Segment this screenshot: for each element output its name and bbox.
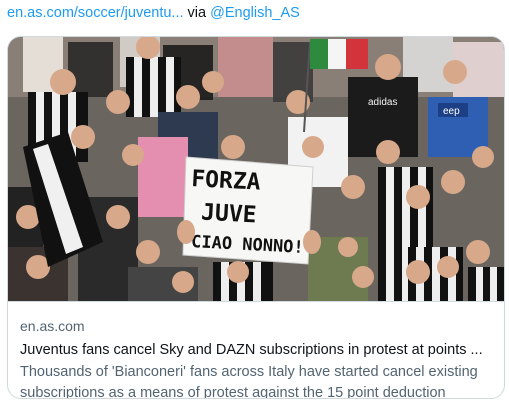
jersey-brand-text: adidas: [368, 97, 397, 108]
card-description: Thousands of 'Bianconeri' fans across It…: [20, 364, 478, 399]
sign-line-2: JUVE: [200, 200, 257, 229]
link-preview-card[interactable]: adidas eep FORZA JUVE CIAO NONNO! en.as.…: [7, 36, 505, 399]
article-link[interactable]: en.as.com/soccer/juventu...: [7, 5, 184, 21]
user-handle-link[interactable]: @English_AS: [210, 5, 300, 21]
card-title[interactable]: Juventus fans cancel Sky and DAZN subscr…: [20, 340, 494, 361]
fans-crowd-photo: adidas eep FORZA JUVE CIAO NONNO!: [8, 37, 504, 301]
card-domain: en.as.com: [20, 318, 85, 334]
card-text: en.as.com Juventus fans cancel Sky and D…: [20, 317, 494, 399]
sign-line-1: FORZA: [191, 166, 262, 196]
jersey-sponsor-text: eep: [443, 106, 460, 117]
via-label: via: [187, 5, 207, 21]
tweet-attribution: en.as.com/soccer/juventu... via @English…: [7, 5, 300, 21]
article-photo[interactable]: adidas eep FORZA JUVE CIAO NONNO!: [8, 37, 504, 302]
